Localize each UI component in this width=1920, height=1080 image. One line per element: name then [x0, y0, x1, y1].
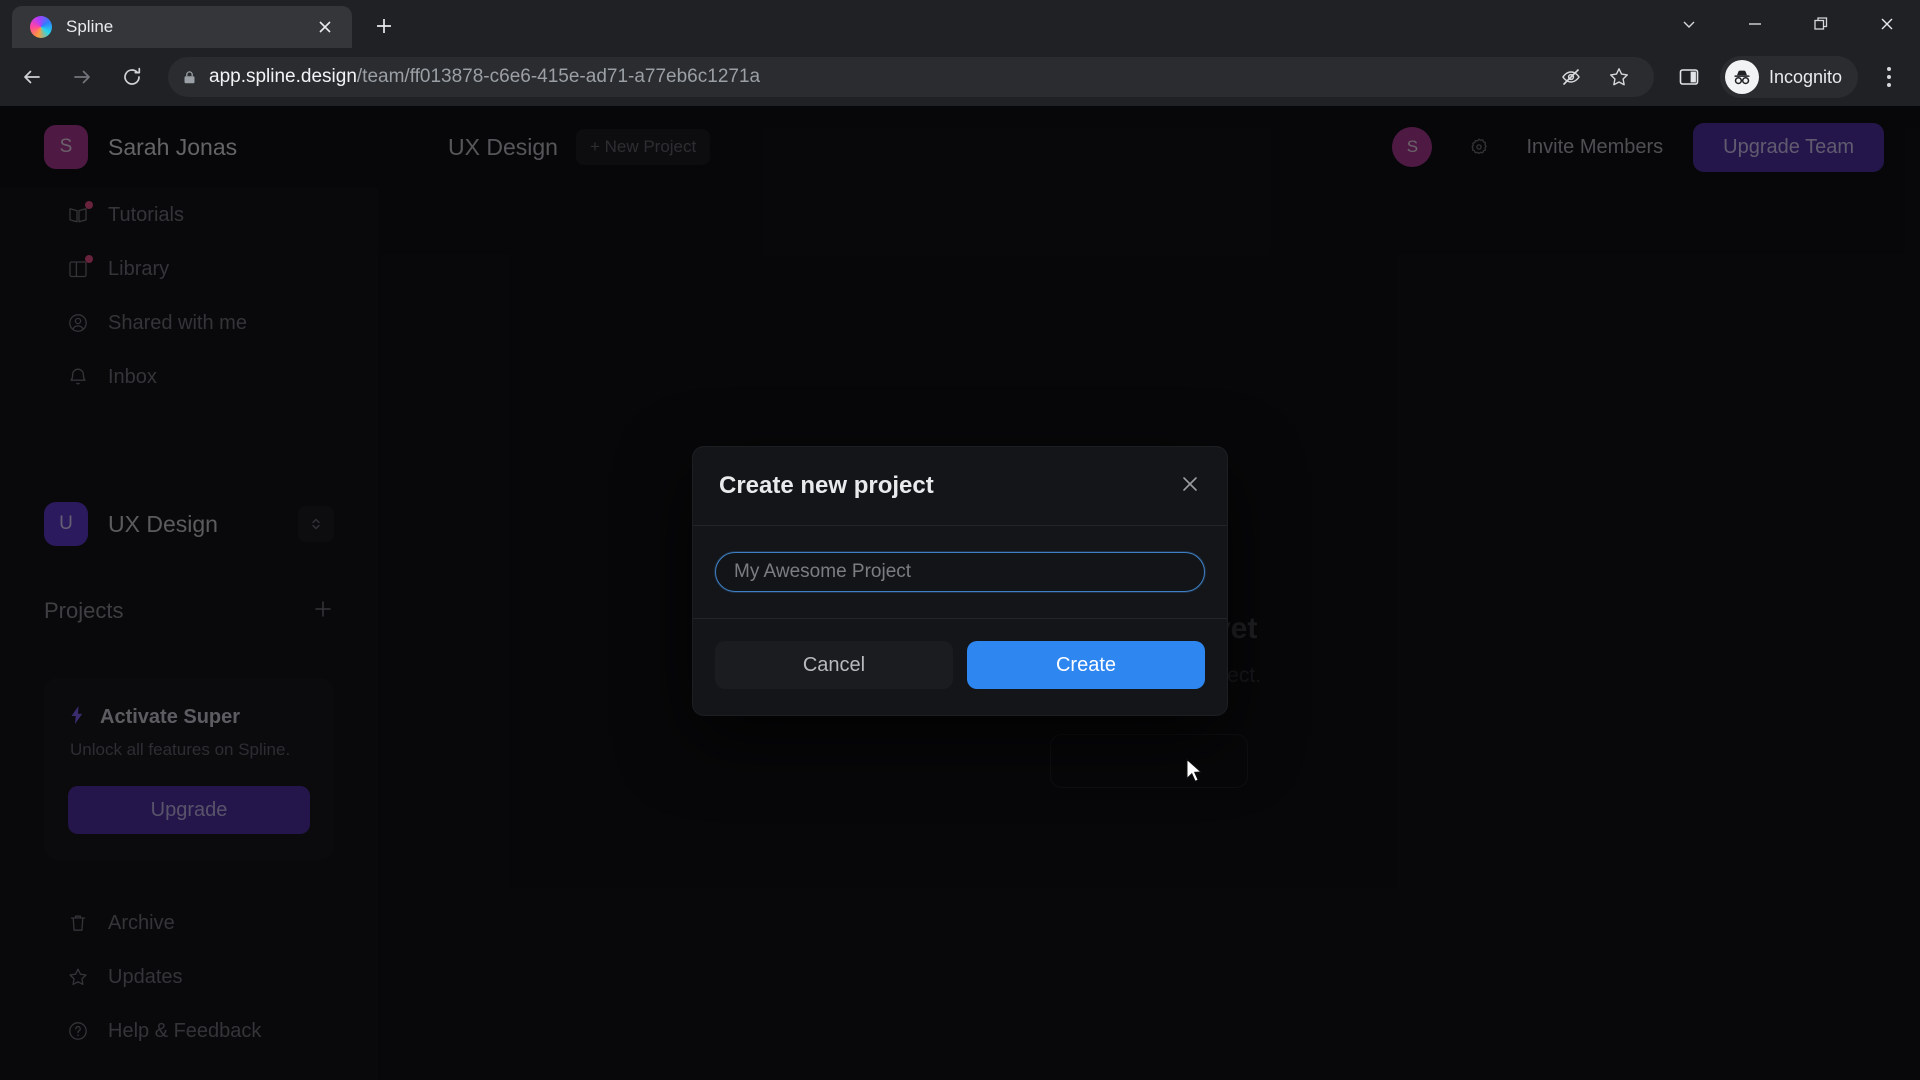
dialog-footer: Cancel Create — [693, 619, 1227, 715]
close-icon[interactable] — [312, 14, 338, 40]
chevron-down-icon[interactable] — [1656, 0, 1722, 48]
tab-title: Spline — [66, 17, 114, 36]
incognito-label: Incognito — [1768, 66, 1842, 87]
project-name-input[interactable] — [715, 552, 1205, 592]
arrow-right-icon[interactable] — [60, 55, 104, 99]
browser-tab[interactable]: Spline — [12, 6, 352, 48]
cancel-button[interactable]: Cancel — [715, 641, 953, 689]
url-path: /team/ff013878-c6e6-415e-ad71-a77eb6c127… — [356, 66, 761, 87]
omnibox-actions — [1550, 56, 1640, 98]
browser-window: Spline app.spline.design/team/ff013878-c… — [0, 0, 1920, 1080]
url-host: app.spline.design — [209, 66, 357, 87]
browser-toolbar: app.spline.design/team/ff013878-c6e6-415… — [0, 48, 1920, 106]
new-tab-button[interactable] — [364, 6, 404, 46]
window-controls — [1656, 0, 1920, 48]
create-button[interactable]: Create — [967, 641, 1205, 689]
minimize-icon[interactable] — [1722, 0, 1788, 48]
reload-icon[interactable] — [110, 55, 154, 99]
close-icon[interactable] — [1175, 469, 1205, 499]
mouse-pointer-icon — [1185, 758, 1205, 786]
app-page: S Sarah Jonas UX Design + New Project S … — [0, 106, 1920, 1080]
incognito-badge[interactable]: Incognito — [1719, 56, 1858, 98]
address-bar[interactable]: app.spline.design/team/ff013878-c6e6-415… — [168, 57, 1654, 97]
restore-icon[interactable] — [1788, 0, 1854, 48]
tab-strip: Spline — [0, 0, 1920, 48]
dialog-title: Create new project — [719, 472, 934, 499]
star-icon[interactable] — [1598, 56, 1640, 98]
close-icon[interactable] — [1854, 0, 1920, 48]
url-text: app.spline.design/team/ff013878-c6e6-415… — [209, 66, 760, 88]
kebab-menu-icon[interactable] — [1868, 56, 1910, 98]
dialog-header: Create new project — [693, 447, 1227, 525]
eye-off-icon[interactable] — [1550, 56, 1592, 98]
incognito-icon — [1724, 60, 1759, 94]
arrow-left-icon[interactable] — [10, 55, 54, 99]
create-project-dialog: Create new project Cancel Create — [692, 446, 1228, 716]
lock-icon — [182, 70, 197, 85]
side-panel-icon[interactable] — [1668, 56, 1710, 98]
spline-gradient-icon — [30, 16, 52, 38]
dialog-body — [693, 526, 1227, 618]
